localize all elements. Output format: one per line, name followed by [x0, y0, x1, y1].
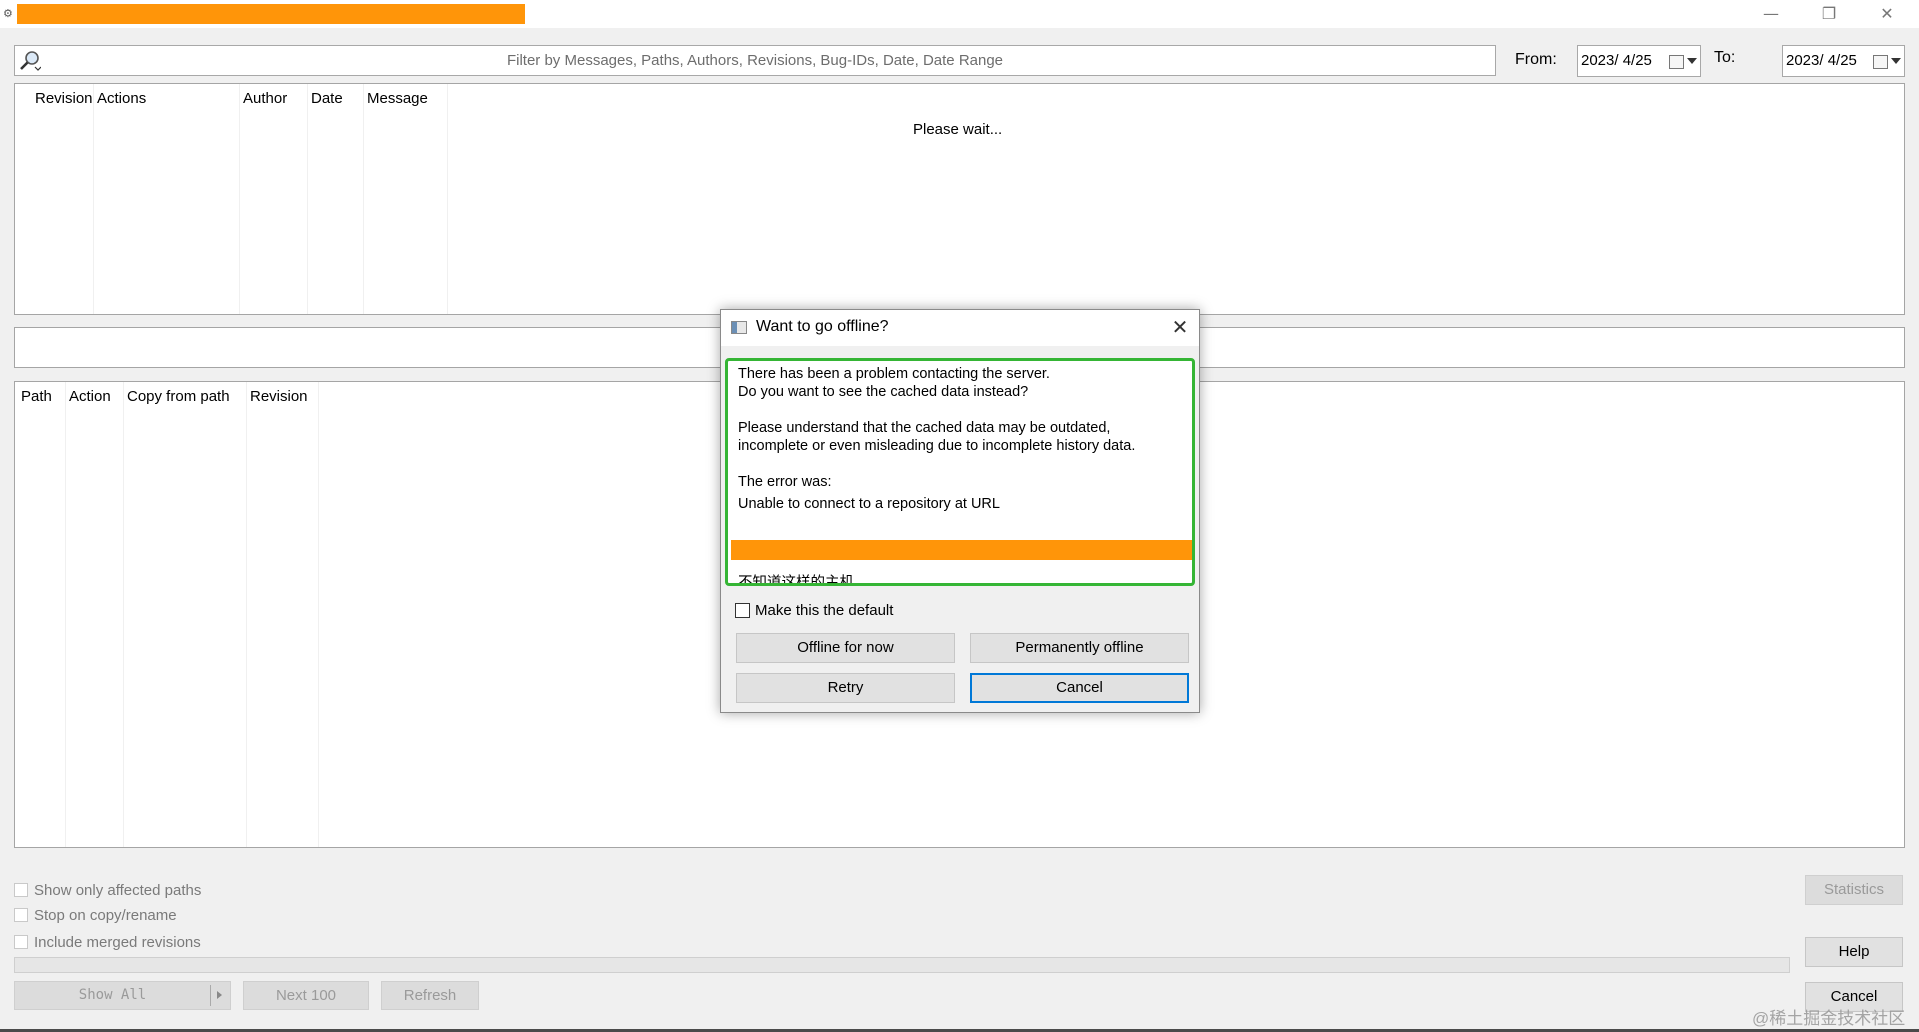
column-header-revision[interactable]: Revision: [15, 84, 94, 314]
refresh-button[interactable]: Refresh: [381, 981, 479, 1010]
close-icon[interactable]: ✕: [1166, 313, 1194, 341]
column-header-action[interactable]: Action: [65, 382, 124, 847]
dialog-message: There has been a problem contacting the …: [725, 358, 1195, 586]
next-100-button[interactable]: Next 100: [243, 981, 369, 1010]
include-merged-checkbox[interactable]: [14, 935, 28, 949]
loading-status: Please wait...: [913, 121, 1003, 138]
column-header-actions[interactable]: Actions: [93, 84, 240, 314]
message-line: Please understand that the cached data m…: [738, 420, 1111, 436]
go-offline-dialog: Want to go offline? ✕ There has been a p…: [720, 309, 1200, 713]
dialog-window-icon: [731, 321, 747, 334]
offline-for-now-button[interactable]: Offline for now: [736, 633, 955, 663]
help-button[interactable]: Help: [1805, 937, 1903, 967]
column-header-author[interactable]: Author: [239, 84, 308, 314]
column-header-path[interactable]: Path: [15, 382, 66, 847]
calendar-icon[interactable]: [1873, 55, 1888, 69]
show-only-affected-checkbox[interactable]: [14, 883, 28, 897]
from-date-picker[interactable]: 2023/ 4/25: [1577, 45, 1701, 77]
chevron-down-icon[interactable]: [1891, 58, 1901, 64]
split-divider: [210, 985, 211, 1006]
column-header-copy-from-path[interactable]: Copy from path: [123, 382, 247, 847]
close-window-icon[interactable]: ✕: [1859, 0, 1915, 28]
app-icon: ⚙: [3, 8, 13, 20]
message-line: The error was:: [738, 474, 832, 490]
dialog-title: Want to go offline?: [756, 318, 889, 335]
window-titlebar: ⚙ — ❐ ✕: [0, 0, 1919, 28]
show-only-affected-label: Show only affected paths: [34, 882, 202, 899]
retry-button[interactable]: Retry: [736, 673, 955, 703]
permanently-offline-button[interactable]: Permanently offline: [970, 633, 1189, 663]
message-line: There has been a problem contacting the …: [738, 366, 1050, 382]
redacted-window-title: [17, 4, 525, 24]
column-header-message[interactable]: Message: [363, 84, 448, 314]
chevron-right-icon[interactable]: [217, 991, 222, 999]
make-default-checkbox[interactable]: [735, 603, 750, 618]
to-date-picker[interactable]: 2023/ 4/25: [1782, 45, 1905, 77]
column-header-date[interactable]: Date: [307, 84, 364, 314]
watermark: @稀土掘金技术社区: [1752, 1009, 1906, 1028]
revisions-list[interactable]: Revision Actions Author Date Message Ple…: [14, 83, 1905, 315]
calendar-icon[interactable]: [1669, 55, 1684, 69]
make-default-label: Make this the default: [755, 602, 894, 619]
filter-placeholder: Filter by Messages, Paths, Authors, Revi…: [506, 52, 1004, 69]
message-line: 不知道这样的主机。: [738, 575, 869, 586]
to-date-value: 2023/ 4/25: [1786, 52, 1857, 69]
minimize-icon[interactable]: —: [1743, 0, 1799, 28]
show-all-label: Show All: [78, 987, 147, 1003]
to-label: To:: [1714, 49, 1736, 66]
chevron-down-icon[interactable]: [1687, 58, 1697, 64]
show-all-split-button[interactable]: Show All: [14, 981, 231, 1010]
dialog-titlebar: Want to go offline? ✕: [721, 310, 1199, 346]
filter-input[interactable]: Filter by Messages, Paths, Authors, Revi…: [14, 45, 1496, 76]
from-date-value: 2023/ 4/25: [1581, 52, 1652, 69]
stop-on-copy-label: Stop on copy/rename: [34, 907, 177, 924]
restore-icon[interactable]: ❐: [1801, 0, 1857, 28]
message-line: Unable to connect to a repository at URL: [738, 496, 1000, 512]
redacted-url: [731, 540, 1192, 560]
message-line: Do you want to see the cached data inste…: [738, 384, 1029, 400]
dialog-cancel-button[interactable]: Cancel: [970, 673, 1189, 703]
progress-bar: [14, 957, 1790, 973]
statistics-button[interactable]: Statistics: [1805, 875, 1903, 905]
from-label: From:: [1515, 51, 1557, 68]
message-line: incomplete or even misleading due to inc…: [738, 438, 1136, 454]
stop-on-copy-checkbox[interactable]: [14, 908, 28, 922]
magnifier-icon[interactable]: [19, 50, 41, 72]
column-header-revision[interactable]: Revision: [246, 382, 319, 847]
include-merged-label: Include merged revisions: [34, 934, 201, 951]
